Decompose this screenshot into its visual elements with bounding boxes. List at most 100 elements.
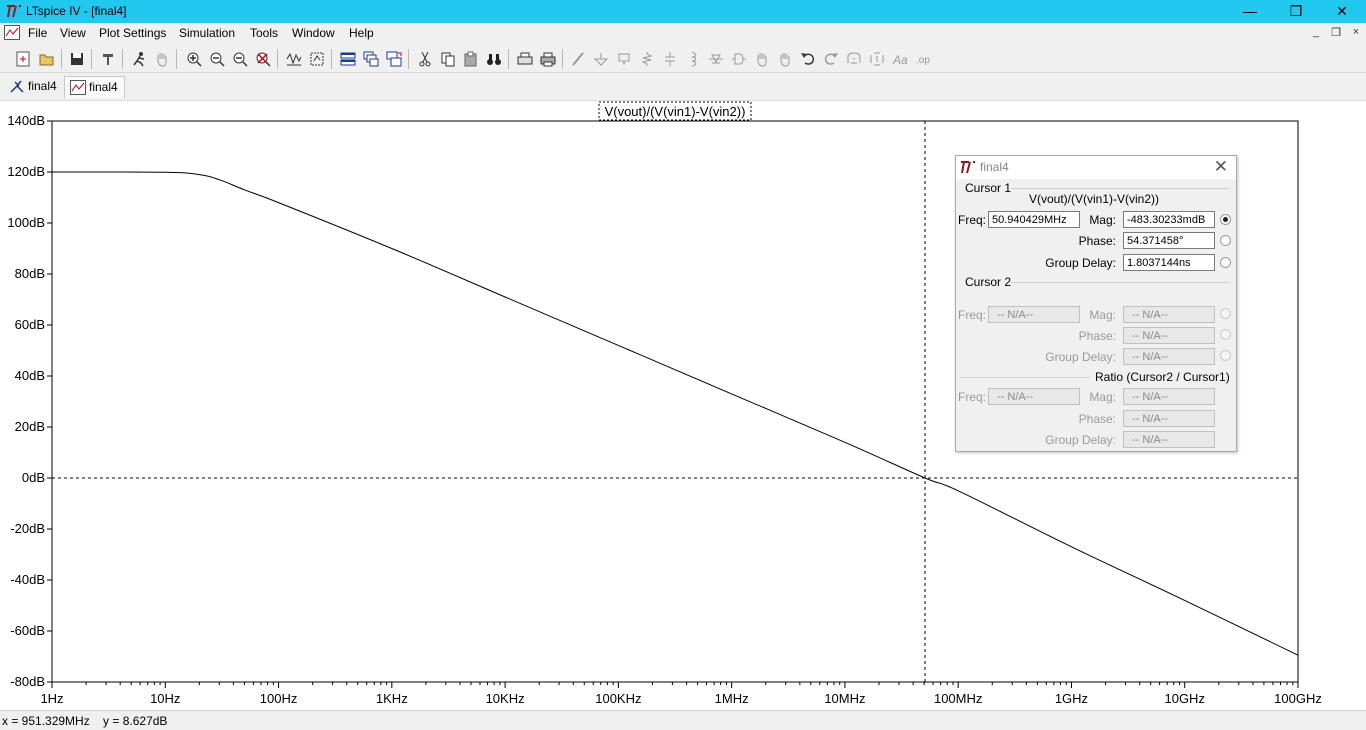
pan-hand-icon[interactable] <box>152 49 172 69</box>
save-icon[interactable] <box>67 49 87 69</box>
run-icon[interactable] <box>129 49 149 69</box>
zoom-cancel-icon[interactable] <box>253 49 273 69</box>
toolbar-separator <box>408 49 409 69</box>
cursor1-mag-radio[interactable] <box>1220 214 1231 225</box>
y-tick-label: 80dB <box>15 266 45 281</box>
drag-icon[interactable] <box>775 49 795 69</box>
tile-horizontal-icon[interactable] <box>338 49 358 69</box>
svg-text:Aa: Aa <box>892 53 908 67</box>
text-icon[interactable]: Aa <box>890 49 910 69</box>
x-tick-label: 10Hz <box>150 691 180 706</box>
autorange-icon[interactable] <box>284 49 304 69</box>
cursor1-group-delay-radio[interactable] <box>1220 257 1231 268</box>
window-title: LTspice IV - [final4] <box>26 4 127 18</box>
diode-icon[interactable] <box>706 49 726 69</box>
cursor1-phase-field[interactable]: 54.371458° <box>1123 232 1215 249</box>
mark-icon[interactable] <box>307 49 327 69</box>
cursor1-phase-radio[interactable] <box>1220 235 1231 246</box>
resistor-icon[interactable] <box>637 49 657 69</box>
dialog-title-bar[interactable]: final4 ✕ <box>956 156 1236 179</box>
waveform-window-icon[interactable] <box>4 25 20 40</box>
cursor1-freq-field[interactable]: 50.940429MHz <box>988 211 1080 228</box>
copy-icon[interactable] <box>438 49 458 69</box>
tab-schematic[interactable]: final4 <box>4 76 63 97</box>
close-button[interactable]: ✕ <box>1319 0 1365 23</box>
ground-icon[interactable] <box>591 49 611 69</box>
label-icon[interactable] <box>614 49 634 69</box>
inductor-icon[interactable] <box>683 49 703 69</box>
svg-text:.op: .op <box>916 55 930 66</box>
print-icon[interactable] <box>538 49 558 69</box>
tile-icon[interactable] <box>384 49 404 69</box>
menu-help[interactable]: Help <box>349 26 374 40</box>
ratio-group-label: Ratio (Cursor2 / Cursor1) <box>1095 370 1230 384</box>
wire-icon[interactable] <box>568 49 588 69</box>
toolbar-separator <box>61 49 62 69</box>
rotate-icon[interactable] <box>844 49 864 69</box>
x-tick-label: 10KHz <box>486 691 525 706</box>
menu-window[interactable]: Window <box>292 26 335 40</box>
cursor-position-readout: x = 951.329MHz y = 8.627dB <box>2 714 168 728</box>
menu-plot-settings[interactable]: Plot Settings <box>99 26 166 40</box>
dialog-close-icon[interactable]: ✕ <box>1214 157 1228 177</box>
waveform-plot-pane[interactable]: V(vout)/(V(vin1)-V(vin2)) 140dB 120dB 100d… <box>0 100 1366 710</box>
menu-simulation[interactable]: Simulation <box>179 26 235 40</box>
cursor2-phase-radio <box>1220 329 1231 340</box>
zoom-in-icon[interactable] <box>184 49 204 69</box>
tab-waveform[interactable]: final4 <box>64 76 125 98</box>
menu-view[interactable]: View <box>60 26 86 40</box>
x-tick-label: 10MHz <box>824 691 865 706</box>
menu-tools[interactable]: Tools <box>250 26 278 40</box>
ratio-mag-field: -- N/A-- <box>1123 388 1215 405</box>
group-divider <box>1011 282 1229 283</box>
toolbar-separator <box>277 49 278 69</box>
cursor1-group-delay-field[interactable]: 1.8037144ns <box>1123 254 1215 271</box>
print-preview-icon[interactable] <box>515 49 535 69</box>
cursor1-phase-label: Phase: <box>1078 234 1116 248</box>
zoom-out-icon[interactable] <box>207 49 227 69</box>
y-tick-label: 140dB <box>7 113 45 128</box>
dialog-title: final4 <box>980 160 1009 174</box>
cursor-dialog: final4 ✕ Cursor 1 V(vout)/(V(vin1)-V(vin… <box>955 155 1237 452</box>
toolbar-separator <box>176 49 177 69</box>
mdi-close-button[interactable]: × <box>1348 26 1364 38</box>
spice-directive-icon[interactable]: .op <box>913 49 933 69</box>
cursor2-mag-label: Mag: <box>1089 308 1116 322</box>
cursor2-phase-field: -- N/A-- <box>1123 327 1215 344</box>
cut-icon[interactable] <box>415 49 435 69</box>
component-icon[interactable] <box>729 49 749 69</box>
document-tabs: final4 final4 <box>0 73 1366 99</box>
new-schematic-icon[interactable] <box>13 49 33 69</box>
capacitor-icon[interactable] <box>660 49 680 69</box>
mdi-restore-button[interactable]: ❐ <box>1328 26 1344 39</box>
y-tick-label: 100dB <box>7 215 45 230</box>
maximize-button[interactable]: ❐ <box>1273 0 1319 23</box>
y-tick-label: 60dB <box>15 317 45 332</box>
control-panel-icon[interactable] <box>98 49 118 69</box>
move-icon[interactable] <box>752 49 772 69</box>
menu-file[interactable]: File <box>28 26 47 40</box>
open-icon[interactable] <box>37 49 57 69</box>
x-tick-label: 100GHz <box>1274 691 1322 706</box>
group-divider <box>960 377 1090 378</box>
undo-icon[interactable] <box>798 49 818 69</box>
cursor2-freq-label: Freq: <box>958 308 987 322</box>
paste-icon[interactable] <box>461 49 481 69</box>
mirror-icon[interactable] <box>867 49 887 69</box>
y-tick-label: -60dB <box>10 623 45 638</box>
y-axis: 140dB 120dB 100dB 80dB 60dB 40dB 20dB 0dB -20dB -… <box>7 113 52 689</box>
redo-icon[interactable] <box>821 49 841 69</box>
y-tick-label: -40dB <box>10 572 45 587</box>
find-icon[interactable] <box>484 49 504 69</box>
cursor1-mag-field[interactable]: -483.30233mdB <box>1123 211 1215 228</box>
trace-title[interactable]: V(vout)/(V(vin1)-V(vin2)) <box>605 104 746 119</box>
zoom-fit-icon[interactable] <box>230 49 250 69</box>
x-tick-label: 1GHz <box>1055 691 1088 706</box>
mdi-minimize-button[interactable]: _ <box>1308 26 1324 38</box>
x-axis: 1Hz 10Hz 100Hz 1KHz 10KHz 100KHz 1MHz 10MHz 100M… <box>40 682 1322 706</box>
minimize-button[interactable]: — <box>1227 0 1273 23</box>
ratio-group-delay-field: -- N/A-- <box>1123 431 1215 448</box>
cascade-icon[interactable] <box>361 49 381 69</box>
x-tick-label: 1KHz <box>376 691 408 706</box>
menu-bar: File View Plot Settings Simulation Tools… <box>0 23 1366 43</box>
